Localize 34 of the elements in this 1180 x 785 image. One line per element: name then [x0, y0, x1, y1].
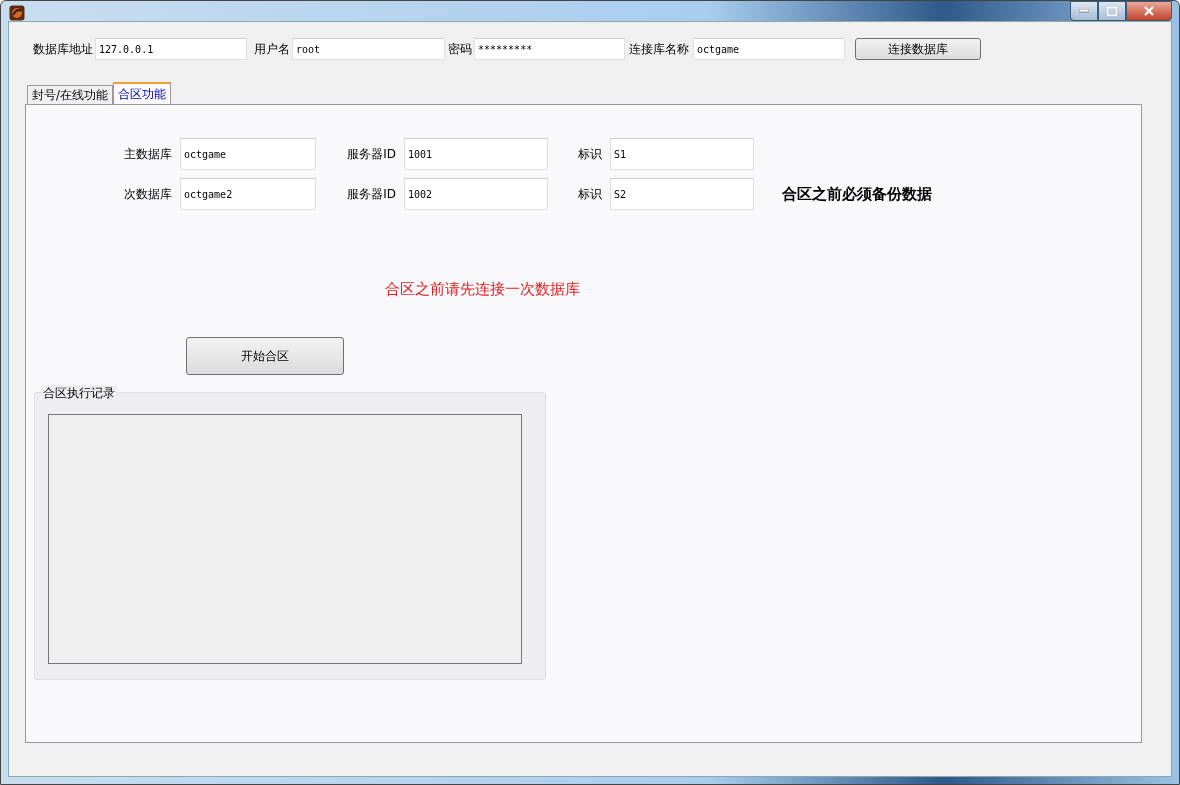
- field-label: 次数据库: [123, 185, 172, 203]
- text-field[interactable]: octgame: [693, 38, 845, 60]
- field-label: 连接库名称: [629, 40, 689, 58]
- field-label: 标识: [577, 145, 602, 163]
- field-label: 密码: [448, 40, 472, 58]
- start-merge-button[interactable]: 开始合区: [186, 337, 344, 375]
- field-label: 主数据库: [123, 145, 172, 163]
- text-field[interactable]: root: [292, 38, 445, 60]
- minimize-button[interactable]: [1070, 1, 1098, 21]
- field-label: 用户名: [254, 40, 290, 58]
- maximize-button[interactable]: [1098, 1, 1126, 21]
- close-button[interactable]: [1126, 1, 1172, 21]
- text-field[interactable]: *********: [474, 38, 625, 60]
- text-field[interactable]: 127.0.0.1: [95, 38, 247, 60]
- close-icon: [1144, 6, 1154, 16]
- field-label: 标识: [577, 185, 602, 203]
- backup-note: 合区之前必须备份数据: [781, 184, 933, 204]
- group-title: 合区执行记录: [41, 385, 117, 402]
- text-field[interactable]: octgame: [180, 138, 316, 170]
- text-field[interactable]: 1001: [404, 138, 548, 170]
- text-field[interactable]: 1002: [404, 178, 548, 210]
- field-label: 服务器ID: [346, 185, 396, 203]
- app-icon: [9, 5, 25, 21]
- field-label: 数据库地址: [33, 40, 93, 58]
- field-label: 服务器ID: [346, 145, 396, 163]
- text-field[interactable]: S1: [610, 138, 754, 170]
- text-field[interactable]: S2: [610, 178, 754, 210]
- maximize-icon: [1107, 6, 1117, 16]
- tab[interactable]: 合区功能: [113, 82, 172, 104]
- minimize-icon: [1079, 9, 1089, 13]
- tab[interactable]: 封号/在线功能: [27, 85, 114, 104]
- text-field[interactable]: octgame2: [180, 178, 316, 210]
- connect-button[interactable]: 连接数据库: [855, 38, 981, 60]
- warning-text: 合区之前请先连接一次数据库: [385, 280, 581, 299]
